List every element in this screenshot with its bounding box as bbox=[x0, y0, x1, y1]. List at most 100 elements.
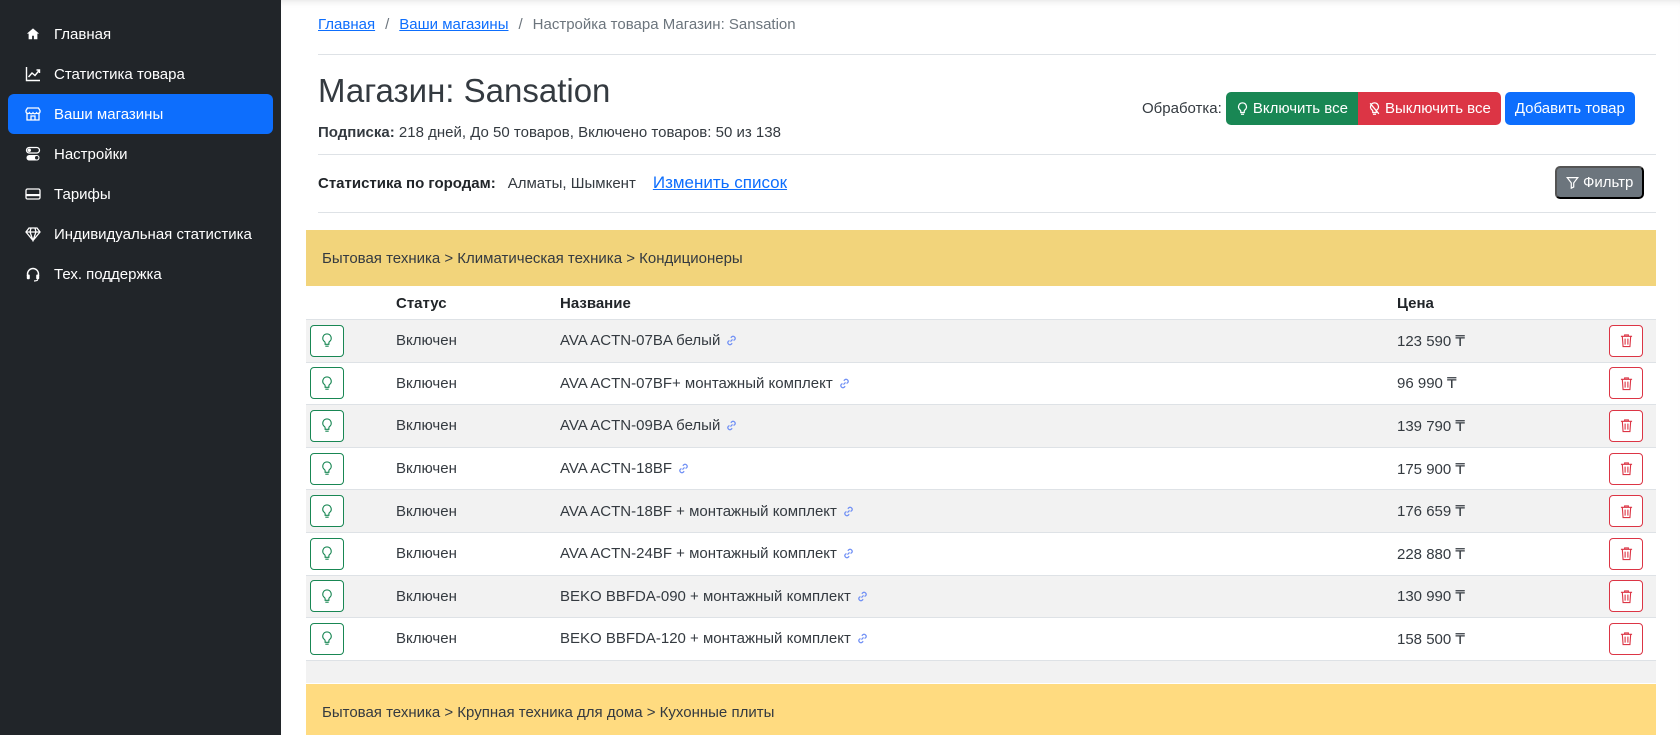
breadcrumb-shops-link[interactable]: Ваши магазины bbox=[399, 16, 508, 33]
disable-all-button[interactable]: Выключить все bbox=[1357, 92, 1501, 125]
link-icon[interactable] bbox=[678, 463, 689, 474]
toggle-product-button[interactable] bbox=[310, 367, 344, 400]
products-table: Статус Название Цена Включен AVA ACTN-07B… bbox=[306, 287, 1656, 683]
gem-icon bbox=[24, 225, 42, 243]
column-name: Название bbox=[560, 294, 631, 312]
sidebar-item-tariffs[interactable]: Тарифы bbox=[8, 174, 273, 214]
link-icon[interactable] bbox=[726, 420, 737, 431]
subscription-text: 218 дней, До 50 товаров, Включено товаро… bbox=[398, 124, 781, 141]
row-name: AVA ACTN-18BF + монтажный комплект bbox=[560, 502, 837, 520]
delete-product-button[interactable] bbox=[1609, 537, 1643, 570]
toggle-product-button[interactable] bbox=[310, 622, 344, 655]
table-row: Включен AVA ACTN-07BF+ монтажный комплект… bbox=[306, 363, 1656, 406]
delete-product-button[interactable] bbox=[1609, 452, 1643, 485]
sidebar-item-home[interactable]: Главная bbox=[8, 14, 273, 54]
sidebar-item-support[interactable]: Тех. поддержка bbox=[8, 254, 273, 294]
breadcrumb-current: Настройка товара Магазин: Sansation bbox=[532, 16, 796, 33]
category-header: Бытовая техника > Климатическая техника … bbox=[306, 230, 1656, 286]
sidebar: Главная Статистика товара Ваши магазины … bbox=[0, 0, 281, 735]
row-status: Включен bbox=[396, 587, 457, 605]
link-icon[interactable] bbox=[839, 378, 850, 389]
link-icon[interactable] bbox=[857, 633, 868, 644]
link-icon[interactable] bbox=[843, 506, 854, 517]
delete-product-button[interactable] bbox=[1609, 367, 1643, 400]
lightbulb-icon bbox=[321, 418, 333, 433]
page-title: Магазин: Sansation bbox=[318, 72, 611, 109]
subscription-info: Подписка: 218 дней, До 50 товаров, Включ… bbox=[318, 124, 781, 141]
toggle-product-button[interactable] bbox=[310, 580, 344, 613]
sidebar-item-label: Настройки bbox=[54, 145, 128, 163]
city-stats-label: Статистика по городам: bbox=[318, 174, 496, 192]
trash-icon bbox=[1620, 418, 1633, 433]
toggle-product-button[interactable] bbox=[310, 409, 344, 442]
table-body: Включен AVA ACTN-07BA белый 123 590 ₸ Включ… bbox=[306, 320, 1656, 661]
lightbulb-icon bbox=[1237, 101, 1247, 115]
shop-icon bbox=[24, 105, 42, 123]
add-product-button[interactable]: Добавить товар bbox=[1504, 92, 1635, 125]
toggles-icon bbox=[24, 145, 42, 163]
row-status: Включен bbox=[396, 502, 457, 520]
sidebar-item-product-stats[interactable]: Статистика товара bbox=[8, 54, 273, 94]
link-icon[interactable] bbox=[843, 548, 854, 559]
delete-product-button[interactable] bbox=[1609, 495, 1643, 528]
enable-all-button[interactable]: Включить все bbox=[1225, 92, 1358, 125]
trash-icon bbox=[1620, 504, 1633, 519]
sidebar-item-individual-stats[interactable]: Индивидуальная статистика bbox=[8, 214, 273, 254]
row-price: 175 900 ₸ bbox=[1397, 460, 1465, 478]
lightbulb-icon bbox=[321, 589, 333, 604]
breadcrumb-home-link[interactable]: Главная bbox=[318, 16, 375, 33]
table-header: Статус Название Цена bbox=[306, 287, 1656, 320]
row-status: Включен bbox=[396, 374, 457, 392]
toggle-product-button[interactable] bbox=[310, 495, 344, 528]
sidebar-item-label: Статистика товара bbox=[54, 65, 185, 83]
row-name: AVA ACTN-24BF + монтажный комплект bbox=[560, 545, 837, 563]
toggle-product-button[interactable] bbox=[310, 324, 344, 357]
trash-icon bbox=[1620, 589, 1633, 604]
chart-line-icon bbox=[24, 65, 42, 83]
change-list-link[interactable]: Изменить список bbox=[653, 173, 787, 193]
lightbulb-icon bbox=[321, 631, 333, 646]
divider bbox=[318, 154, 1656, 155]
toggle-product-button[interactable] bbox=[310, 452, 344, 485]
table-row: Включен AVA ACTN-09BA белый 139 790 ₸ bbox=[306, 405, 1656, 448]
sidebar-item-label: Индивидуальная статистика bbox=[54, 225, 252, 243]
delete-product-button[interactable] bbox=[1609, 324, 1643, 357]
trash-icon bbox=[1620, 546, 1633, 561]
filter-button[interactable]: Фильтр bbox=[1555, 166, 1645, 199]
delete-product-button[interactable] bbox=[1609, 580, 1643, 613]
row-price: 96 990 ₸ bbox=[1397, 375, 1457, 393]
sidebar-item-settings[interactable]: Настройки bbox=[8, 134, 273, 174]
link-icon[interactable] bbox=[726, 335, 737, 346]
lightbulb-off-icon bbox=[1369, 101, 1380, 115]
toggle-product-button[interactable] bbox=[310, 537, 344, 570]
trash-icon bbox=[1620, 376, 1633, 391]
funnel-icon bbox=[1566, 177, 1579, 189]
headset-icon bbox=[24, 265, 42, 283]
row-price: 139 790 ₸ bbox=[1397, 417, 1465, 435]
row-name: AVA ACTN-18BF bbox=[560, 460, 672, 478]
row-status: Включен bbox=[396, 630, 457, 648]
disable-all-label: Выключить все bbox=[1384, 100, 1491, 117]
breadcrumb-separator: / bbox=[385, 16, 390, 33]
delete-product-button[interactable] bbox=[1609, 622, 1643, 655]
processing-controls: Обработка: Включить все Выключить все До… bbox=[1142, 92, 1635, 125]
main-content: Главная / Ваши магазины / Настройка това… bbox=[281, 0, 1680, 735]
lightbulb-icon bbox=[321, 546, 333, 561]
breadcrumb-separator: / bbox=[518, 16, 523, 33]
lightbulb-icon bbox=[321, 504, 333, 519]
row-price: 123 590 ₸ bbox=[1397, 332, 1465, 350]
column-status: Статус bbox=[396, 294, 447, 312]
row-name: AVA ACTN-09BA белый bbox=[560, 417, 721, 435]
lightbulb-icon bbox=[321, 333, 333, 348]
row-status: Включен bbox=[396, 460, 457, 478]
link-icon[interactable] bbox=[857, 591, 868, 602]
sidebar-item-shops[interactable]: Ваши магазины bbox=[8, 94, 273, 134]
sidebar-item-label: Тарифы bbox=[54, 185, 111, 203]
trash-icon bbox=[1620, 631, 1633, 646]
row-price: 158 500 ₸ bbox=[1397, 630, 1465, 648]
credit-card-icon bbox=[24, 185, 42, 203]
row-name: BEKO BBFDA-120 + монтажный комплект bbox=[560, 630, 851, 648]
subscription-label: Подписка: bbox=[318, 124, 395, 141]
delete-product-button[interactable] bbox=[1609, 409, 1643, 442]
column-price: Цена bbox=[1397, 294, 1434, 312]
